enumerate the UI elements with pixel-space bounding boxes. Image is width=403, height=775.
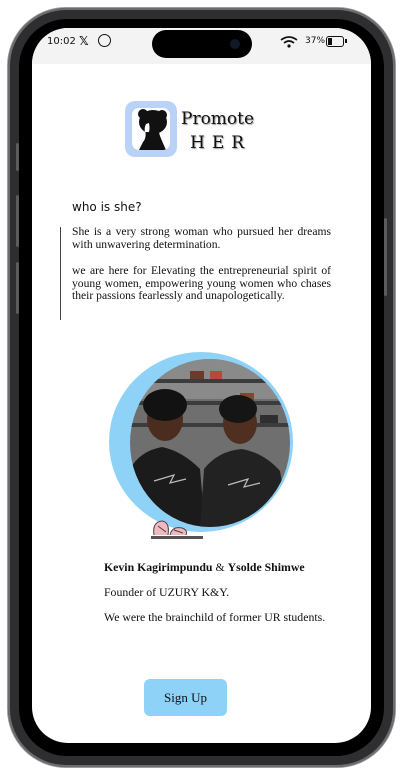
- about-paragraph-2: we are here for Elevating the entreprene…: [72, 264, 331, 303]
- wifi-icon: [280, 36, 298, 48]
- camera-icon: [230, 39, 240, 49]
- sign-up-button[interactable]: Sign Up: [144, 679, 227, 716]
- dynamic-island: [152, 30, 252, 58]
- logo-title: Promote: [181, 109, 255, 129]
- names-conjunction: &: [215, 560, 225, 574]
- status-time: 10:02: [47, 36, 76, 47]
- founder-name-2: Ysolde Shimwe: [227, 560, 305, 574]
- founder-name-1: Kevin Kagirimpundu: [104, 560, 213, 574]
- about-heading: who is she?: [72, 200, 142, 214]
- founder-note: We were the brainchild of former UR stud…: [104, 610, 326, 624]
- logo-subtitle: HER: [190, 133, 252, 153]
- logo-icon-box: [125, 101, 177, 157]
- founder-title: Founder of UZURY K&Y.: [104, 585, 230, 599]
- woman-silhouette-icon: [132, 108, 170, 150]
- x-icon: 𝕏: [79, 34, 89, 48]
- battery-icon: [326, 36, 347, 47]
- screen: 10:02 𝕏 37% Promote HER who is she? She …: [32, 28, 371, 743]
- status-bar: 10:02 𝕏 37%: [32, 28, 371, 64]
- battery-percent: 37%: [305, 36, 326, 46]
- founder-names: Kevin Kagirimpundu & Ysolde Shimwe: [104, 560, 305, 575]
- sandal-icon: [151, 520, 203, 539]
- power-button: [384, 218, 387, 296]
- founders-photo: [130, 359, 290, 527]
- about-paragraph-1: She is a very strong woman who pursued h…: [72, 225, 331, 251]
- quote-bar: [60, 227, 61, 320]
- whatsapp-icon: [98, 34, 111, 47]
